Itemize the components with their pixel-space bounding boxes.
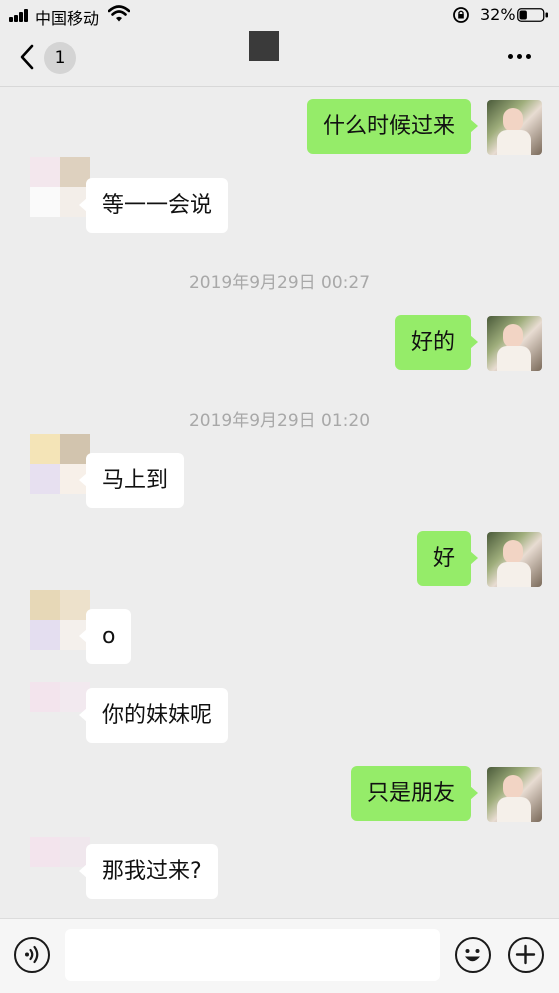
message-timestamp: 2019年9月29日 00:27 xyxy=(188,273,371,293)
nav-bar: 1 xyxy=(0,30,559,87)
wifi-icon xyxy=(107,5,131,27)
voice-icon[interactable] xyxy=(14,937,50,973)
incoming-message-bubble[interactable]: o xyxy=(78,609,132,664)
signal-icon xyxy=(9,9,31,22)
emoji-icon[interactable] xyxy=(455,937,491,973)
plus-icon[interactable] xyxy=(508,937,544,973)
input-bar xyxy=(0,918,559,993)
self-avatar[interactable] xyxy=(487,532,542,587)
back-arrow-icon[interactable] xyxy=(16,42,38,76)
message-timestamp: 2019年9月29日 01:20 xyxy=(188,411,371,431)
chat-screen: 中国移动 32% 1 什么时候过来 等一一会说 2019年9月29日 00:27… xyxy=(0,0,559,993)
unread-count-badge[interactable]: 1 xyxy=(44,42,76,74)
outgoing-message-bubble[interactable]: 只是朋友 xyxy=(350,766,479,821)
self-avatar[interactable] xyxy=(487,100,542,155)
incoming-message-bubble[interactable]: 等一一会说 xyxy=(78,178,229,233)
incoming-message-bubble[interactable]: 你的妹妹呢 xyxy=(78,688,229,743)
rotation-lock-icon xyxy=(452,6,470,28)
outgoing-message-bubble[interactable]: 什么时候过来 xyxy=(306,99,479,154)
carrier-name: 中国移动 xyxy=(35,9,100,28)
self-avatar[interactable] xyxy=(487,316,542,371)
status-bar: 中国移动 32% xyxy=(0,0,559,30)
message-input[interactable] xyxy=(65,929,440,981)
battery-percent: 32% xyxy=(480,5,516,24)
self-avatar[interactable] xyxy=(487,767,542,822)
incoming-message-bubble[interactable]: 马上到 xyxy=(78,453,185,508)
battery-icon xyxy=(517,7,548,22)
outgoing-message-bubble[interactable]: 好 xyxy=(416,531,479,586)
contact-name-redacted xyxy=(249,31,279,61)
outgoing-message-bubble[interactable]: 好的 xyxy=(394,315,479,370)
incoming-message-bubble[interactable]: 那我过来? xyxy=(79,844,218,899)
